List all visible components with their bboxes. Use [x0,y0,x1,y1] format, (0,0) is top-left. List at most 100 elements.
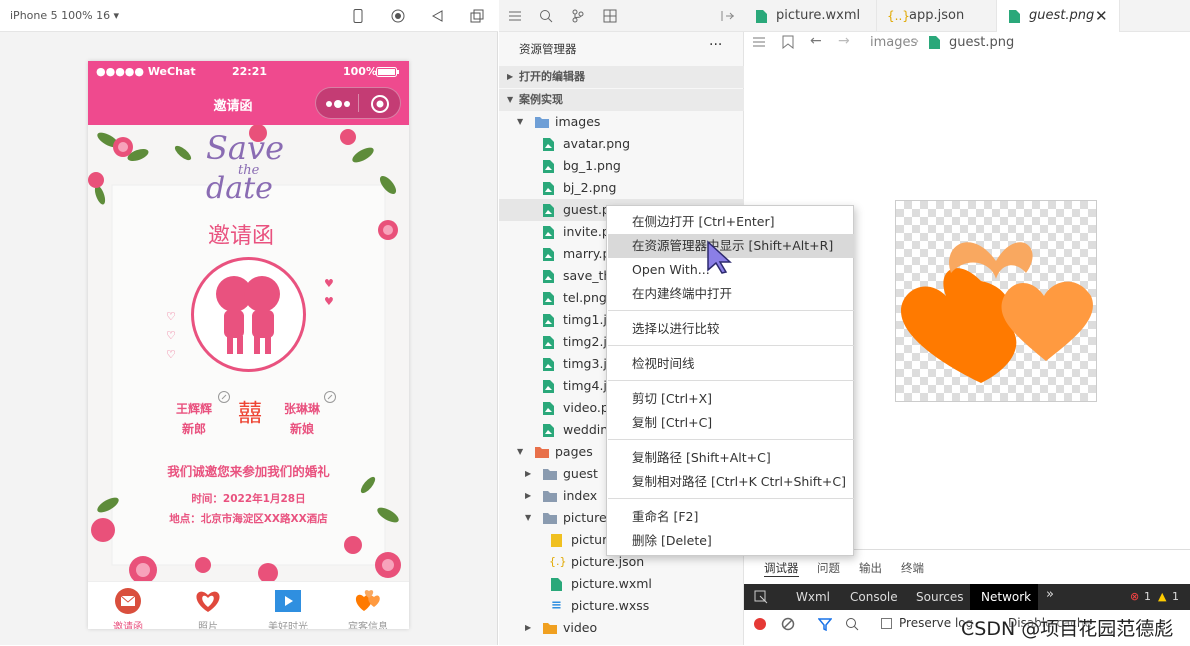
image-file-icon [543,314,555,327]
tree-file[interactable]: avatar.png [499,133,744,155]
tree-label: invite.p [563,224,610,239]
tree-label: images [555,114,601,129]
tree-label: bg_1.png [563,158,621,173]
preserve-log-checkbox[interactable] [881,618,892,629]
close-icon[interactable]: ✕ [1095,0,1108,32]
bride-role: 新娘 [290,422,315,436]
inspect-icon[interactable] [754,590,768,604]
date-text: date [206,171,273,206]
forward-arrow-icon[interactable]: → [838,33,850,49]
menu-item[interactable]: 剪切 [Ctrl+X] [608,387,854,411]
nav-bar: 邀请函 [88,83,409,125]
tree-file[interactable]: bj_2.png [499,177,744,199]
record-stop-icon[interactable] [753,617,767,631]
groom-name: 王辉辉 [176,402,213,416]
capsule-menu[interactable] [315,87,401,119]
tree-file[interactable]: ≡ picture.wxss [499,595,744,617]
wxml-file-icon [551,578,563,591]
window-icon[interactable] [470,9,484,23]
more-tabs-icon[interactable]: » [1046,587,1054,602]
panel-tab-output[interactable]: 输出 [859,560,882,576]
panel-tab-terminal[interactable]: 终端 [901,560,924,576]
device-selector[interactable]: iPhone 5 100% 16 ▾ [10,9,119,22]
tab-label: app.json [909,8,965,23]
tab-invitation[interactable]: 邀请函 [88,582,168,629]
guest-hearts-image [901,242,1093,383]
event-place: 地点：北京市海淀区XX路XX酒店 [169,513,328,525]
clear-icon[interactable] [781,617,795,631]
devtools-tab-wxml[interactable]: Wxml [796,590,830,604]
menu-item[interactable]: 复制 [Ctrl+C] [608,411,854,435]
panel-tab-problems[interactable]: 问题 [817,560,840,576]
save-text: Save [206,129,285,167]
event-time: 时间：2022年1月28日 [191,493,306,505]
card-title: 邀请函 [208,224,275,249]
tab-bar: 邀请函 照片 美好时光 宾客信息 [88,581,409,629]
image-file-icon [543,160,555,173]
heart-outline-icon: ♡ [166,348,176,361]
filter-icon[interactable] [818,617,832,631]
tab-picture-wxml[interactable]: picture.wxml [744,0,877,32]
tab-guest-png[interactable]: guest.png ✕ [997,0,1120,32]
tree-label: video.p [563,400,609,415]
js-file-icon [551,534,563,547]
image-file-icon [543,270,555,283]
volume-icon[interactable] [431,9,445,23]
menu-item[interactable]: 删除 [Delete] [608,529,854,553]
tab-label: 美好时光 [268,622,308,629]
menu-item[interactable]: 重命名 [F2] [608,505,854,529]
tab-app-json[interactable]: {..} app.json [877,0,997,32]
menu-item[interactable]: 在侧边打开 [Ctrl+Enter] [608,210,854,234]
folder-icon [535,446,549,459]
chevron-right-icon: ▶ [525,469,532,478]
breadcrumb-file[interactable]: guest.png [949,35,1014,50]
image-preview [895,200,1097,402]
couple-avatar [191,257,306,372]
image-file-icon [543,248,555,261]
bookmark-icon[interactable] [782,35,794,49]
image-file-icon [543,424,555,437]
devtools-tab-sources[interactable]: Sources [916,590,963,604]
record-icon[interactable] [391,9,405,23]
error-count[interactable]: 1 [1144,590,1151,603]
tree-file[interactable]: picture.wxml [499,573,744,595]
bride-play-icon[interactable] [324,391,336,403]
menu-item[interactable]: 复制路径 [Shift+Alt+C] [608,446,854,470]
tree-file[interactable]: bg_1.png [499,155,744,177]
bride-name: 张琳琳 [284,402,321,416]
tab-guests[interactable]: 宾客信息 [328,582,408,629]
status-bar: ●●●●● WeChat 22:21 100% [88,61,409,83]
menu-item[interactable]: 复制相对路径 [Ctrl+K Ctrl+Shift+C] [608,470,854,494]
breadcrumb: ← → images › guest.png [744,32,1190,54]
tree-folder-images[interactable]: ▼ images [499,111,744,133]
menu-item[interactable]: 在内建终端中打开 [608,282,854,306]
toc-icon[interactable] [752,36,766,48]
devtools-tab-console[interactable]: Console [850,590,898,604]
folder-open-icon [535,116,549,129]
tab-photos[interactable]: 照片 [168,582,248,629]
menu-separator [608,439,854,440]
heart-outline-icon: ♡ [166,310,176,323]
tree-folder-video[interactable]: ▶ video [499,617,744,639]
back-arrow-icon[interactable]: ← [810,33,822,49]
menu-item[interactable]: 选择以进行比较 [608,317,854,341]
tree-label: avatar.png [563,136,631,151]
battery-text: 100% [343,65,377,78]
chevron-right-icon: ▶ [525,623,532,632]
menu-separator [608,380,854,381]
devtools-tab-network[interactable]: Network [970,584,1038,610]
breadcrumb-folder[interactable]: images [870,35,917,50]
search-icon[interactable] [845,617,859,631]
video-icon [274,587,302,615]
tab-moments[interactable]: 美好时光 [248,582,328,629]
panel-tab-debugger[interactable]: 调试器 [764,560,799,577]
menu-separator [608,498,854,499]
menu-item[interactable]: 检视时间线 [608,352,854,376]
phone-icon[interactable] [352,9,364,23]
warning-count[interactable]: 1 [1172,590,1179,603]
groom-play-icon[interactable] [218,391,230,403]
more-dots-icon[interactable] [324,98,352,110]
close-circle-icon[interactable] [370,94,390,114]
guest-hearts-icon [354,587,382,615]
tab-label: 宾客信息 [348,622,388,629]
